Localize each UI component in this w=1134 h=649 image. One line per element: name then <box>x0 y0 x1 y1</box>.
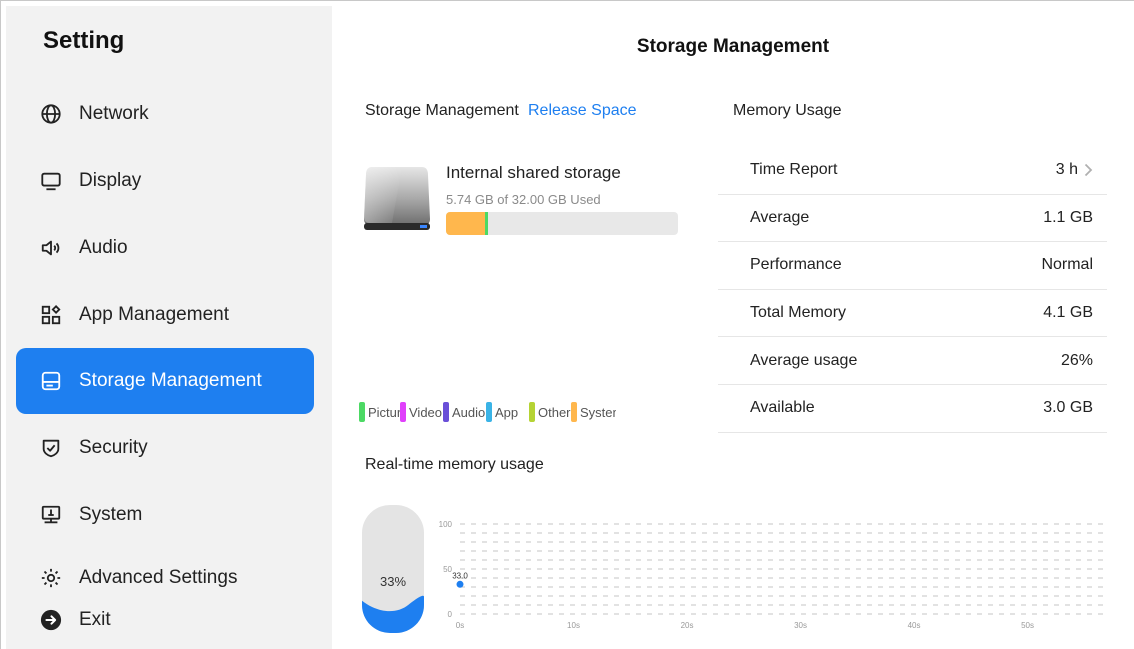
storage-usage-text: 5.74 GB of 32.00 GB Used <box>446 192 601 207</box>
legend-item-audio: Audio <box>443 402 486 422</box>
legend-label: Pictures <box>368 404 400 420</box>
exit-arrow-icon <box>40 609 62 631</box>
row-value: 4.1 GB <box>1043 304 1093 322</box>
memory-gauge-label: 33% <box>379 574 407 589</box>
sidebar-item-label: Network <box>79 103 149 124</box>
row-label: Available <box>750 399 815 417</box>
main-panel: Storage Management Storage Management Rel… <box>332 6 1134 649</box>
exit-button[interactable]: Exit <box>16 600 314 640</box>
sidebar-item-network[interactable]: Network <box>16 81 314 147</box>
gear-icon <box>40 567 62 588</box>
row-label: Performance <box>750 256 842 274</box>
time-report-row[interactable]: Time Report 3 h <box>718 147 1107 195</box>
x-tick-label: 10s <box>567 621 580 630</box>
row-value: Normal <box>1041 256 1093 274</box>
legend-label: Other <box>538 404 571 420</box>
gauge-wave <box>362 595 424 633</box>
storage-heading: Storage Management <box>365 102 519 119</box>
sidebar-item-display[interactable]: Display <box>16 148 314 214</box>
x-tick-label: 0s <box>456 621 464 630</box>
memory-usage-heading: Memory Usage <box>733 102 842 119</box>
sidebar-item-app-management[interactable]: App Management <box>16 282 314 348</box>
average-row: Average 1.1 GB <box>718 195 1107 243</box>
y-tick-label: 50 <box>443 565 452 574</box>
legend-item-system: System <box>571 402 616 422</box>
release-space-link[interactable]: Release Space <box>528 102 637 119</box>
row-label: Average <box>750 208 810 226</box>
row-value: 3.0 GB <box>1043 399 1093 417</box>
legend-item-pictures: Pictures <box>359 402 400 422</box>
x-tick-label: 20s <box>681 621 694 630</box>
legend-item-video: Video <box>400 402 443 422</box>
storage-legend: Pictures Video Audio App Other System <box>359 402 616 422</box>
monitor-icon <box>40 170 62 192</box>
x-tick-label: 50s <box>1021 621 1034 630</box>
sidebar-item-label: System <box>79 504 143 525</box>
data-point <box>456 580 464 588</box>
storage-bar-system-segment <box>446 212 485 235</box>
legend-swatch <box>359 402 365 422</box>
sidebar-item-storage-management[interactable]: Storage Management <box>16 348 314 414</box>
system-monitor-icon <box>40 504 62 526</box>
chevron-right-icon <box>1084 164 1093 177</box>
globe-icon <box>40 103 62 125</box>
legend-label: System <box>580 404 616 420</box>
realtime-memory-heading: Real-time memory usage <box>365 456 544 473</box>
storage-device-name: Internal shared storage <box>446 163 621 182</box>
page-title: Storage Management <box>636 36 830 57</box>
y-tick-label: 0 <box>448 610 453 619</box>
legend-label: Video <box>409 404 443 420</box>
sidebar-item-security[interactable]: Security <box>16 415 314 481</box>
legend-swatch <box>529 402 535 422</box>
sidebar-item-label: Display <box>79 170 142 191</box>
sidebar: Setting Network Display Audio App Manage… <box>6 6 332 649</box>
total-memory-row: Total Memory 4.1 GB <box>718 290 1107 338</box>
memory-gauge: 33% <box>362 505 424 633</box>
hard-drive-icon <box>362 165 432 231</box>
legend-swatch <box>486 402 492 422</box>
legend-swatch <box>443 402 449 422</box>
sidebar-item-system[interactable]: System <box>16 482 314 548</box>
performance-row: Performance Normal <box>718 242 1107 290</box>
data-label: 33.0 <box>452 571 468 580</box>
sidebar-item-label: Audio <box>79 237 128 258</box>
sidebar-item-advanced-settings[interactable]: Advanced Settings <box>16 566 314 588</box>
speaker-icon <box>40 237 62 259</box>
row-value: 3 h <box>1055 161 1078 179</box>
available-row: Available 3.0 GB <box>718 385 1107 433</box>
row-label: Total Memory <box>750 304 847 322</box>
legend-label: App <box>495 404 519 420</box>
memory-usage-table: Time Report 3 h Average 1.1 GB Performan… <box>718 147 1107 433</box>
row-label: Time Report <box>750 161 838 179</box>
sidebar-item-label: Advanced Settings <box>79 567 238 588</box>
apps-grid-icon <box>40 304 62 326</box>
sidebar-item-label: App Management <box>79 304 229 325</box>
memory-usage-chart: 0 50 100 0s 10s 20s 30s 40s 50s 33.0 <box>439 520 1107 630</box>
row-label: Average usage <box>750 351 858 369</box>
storage-usage-bar <box>446 212 678 235</box>
sidebar-title: Setting <box>43 27 125 54</box>
sidebar-item-audio[interactable]: Audio <box>16 215 314 281</box>
x-tick-label: 40s <box>908 621 921 630</box>
exit-label: Exit <box>79 609 111 630</box>
legend-swatch <box>400 402 406 422</box>
sidebar-item-label: Storage Management <box>79 370 262 391</box>
legend-item-app: App <box>486 402 529 422</box>
memory-gauge-fill <box>362 595 424 633</box>
row-value: 26% <box>1060 351 1093 369</box>
sidebar-item-label: Security <box>79 437 148 458</box>
storage-header: Storage Management Release Space <box>365 102 637 120</box>
storage-bar-pictures-segment <box>485 212 488 235</box>
x-tick-label: 30s <box>794 621 807 630</box>
storage-icon <box>40 370 62 392</box>
row-value: 1.1 GB <box>1043 208 1093 226</box>
legend-item-other: Other <box>529 402 571 422</box>
legend-label: Audio <box>452 404 486 420</box>
legend-swatch <box>571 402 577 422</box>
shield-check-icon <box>40 437 62 459</box>
average-usage-row: Average usage 26% <box>718 337 1107 385</box>
y-tick-label: 100 <box>439 520 453 529</box>
